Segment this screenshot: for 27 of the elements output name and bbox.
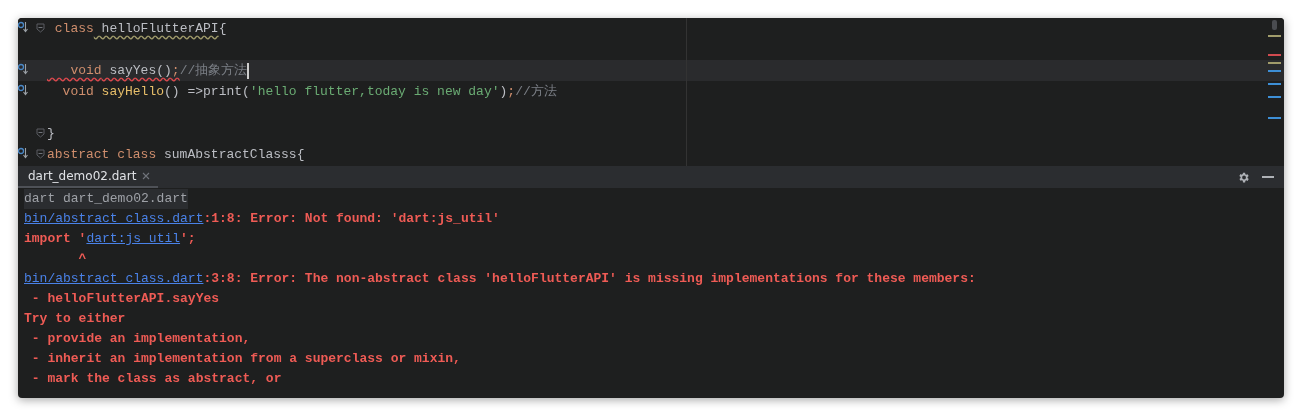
code-line: abstract class sumAbstractClasss{ [47, 146, 305, 164]
console-line: ^ [77, 250, 88, 268]
close-icon[interactable] [142, 172, 151, 180]
file-link[interactable]: dart:js_util [86, 231, 181, 246]
override-icon[interactable] [18, 147, 28, 159]
code-line: void sayYes();//抽象方法 [69, 61, 249, 81]
console-line: Try to either [24, 310, 127, 328]
override-icon[interactable] [18, 63, 28, 75]
console-line: bin/abstract_class.dart:3:8: Error: The non-abstract class 'helloFlutterAPI' is missing implementations for these members: [24, 270, 977, 288]
console-line: - inherit an implementation from a superclass or mixin, [30, 350, 462, 368]
code-line: void sayHello() =>print('hello flutter,today is new day');//方法 [61, 83, 557, 101]
console-line: import 'dart:js_util'; [24, 230, 197, 248]
text-cursor [247, 62, 249, 79]
fold-icon[interactable] [36, 128, 45, 138]
code-line: } [47, 125, 55, 143]
fold-icon[interactable] [36, 23, 45, 33]
console-line: - mark the class as abstract, or [30, 370, 283, 388]
file-link[interactable]: bin/abstract_class.dart [24, 211, 204, 226]
override-icon[interactable] [18, 21, 28, 33]
file-link[interactable]: bin/abstract_class.dart [24, 271, 204, 286]
console-line: bin/abstract_class.dart:1:8: Error: Not found: 'dart:js_util' [24, 210, 501, 228]
fold-icon[interactable] [36, 149, 45, 159]
code-line: class helloFlutterAPI{ [53, 20, 227, 38]
settings-icon[interactable] [1237, 170, 1250, 184]
override-icon[interactable] [18, 84, 28, 96]
console-line: - helloFlutterAPI.sayYes [30, 290, 221, 308]
console-line: - provide an implementation, [30, 330, 252, 348]
